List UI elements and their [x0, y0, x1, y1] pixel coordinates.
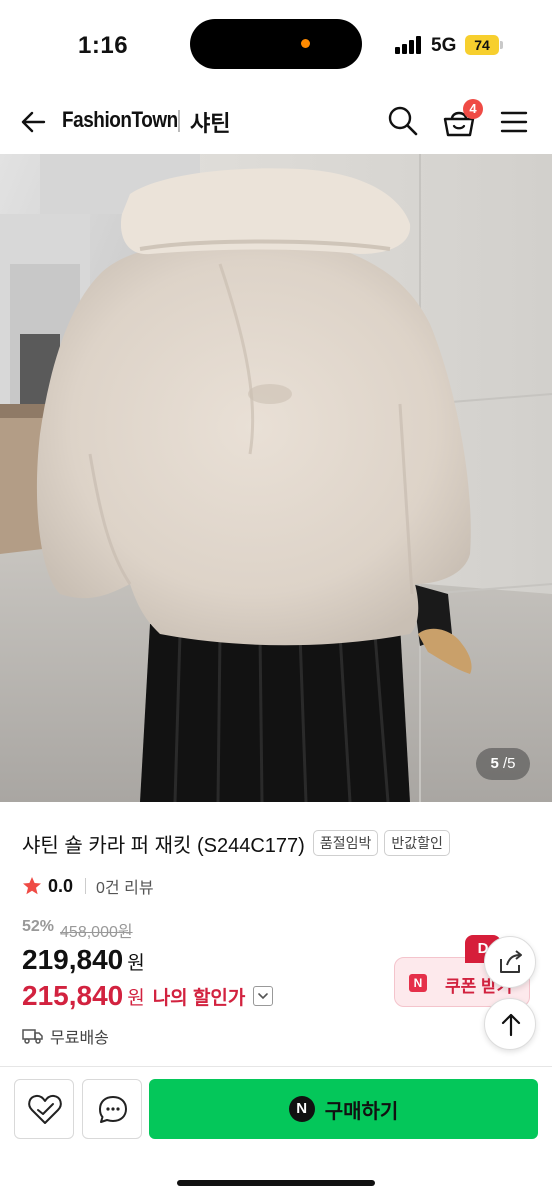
home-indicator[interactable]: [177, 1180, 375, 1186]
rating-divider: [85, 878, 87, 894]
scroll-to-top-button[interactable]: [484, 998, 536, 1050]
brand-divider: [178, 110, 180, 132]
discount-rate: 52%: [22, 918, 55, 935]
chat-bubble-icon: [99, 1096, 127, 1123]
discount-row: 52% 458,000원: [22, 918, 133, 942]
arrow-up-icon: [501, 1013, 521, 1037]
cart-count-badge: 4: [463, 99, 483, 119]
chevron-down-icon[interactable]: [253, 986, 274, 1006]
gallery-current-page: 5: [490, 755, 499, 772]
shipping-row: 무료배송: [22, 1024, 109, 1048]
product-photo-illustration: [0, 154, 552, 802]
my-discount-price-row[interactable]: 215,840 원 나의 할인가: [22, 980, 274, 1012]
price-row: 219,840 원: [22, 944, 145, 976]
wishlist-button[interactable]: [14, 1079, 74, 1139]
signal-icon: [395, 36, 423, 54]
back-arrow-icon: [21, 111, 46, 133]
chat-button[interactable]: [82, 1079, 142, 1139]
search-icon: [388, 106, 418, 136]
rating-row[interactable]: 0.0 0건 리뷰: [22, 874, 154, 898]
rating-value: 0.0: [48, 875, 74, 896]
my-discount-price: 215,840: [22, 980, 124, 1011]
app-header: FashionTown 샤틴 4: [0, 90, 552, 154]
buy-label: 구매하기: [324, 1100, 399, 1123]
brand-logo[interactable]: FashionTown: [62, 107, 178, 133]
battery-icon: 74: [465, 35, 499, 55]
star-icon: [23, 877, 41, 895]
naver-n-icon: N: [409, 974, 427, 992]
review-count[interactable]: 0건 리뷰: [96, 874, 154, 898]
product-image[interactable]: 5 /5: [0, 154, 552, 802]
status-time: 1:16: [78, 32, 129, 59]
heart-check-icon: [28, 1094, 62, 1124]
share-button[interactable]: [484, 936, 536, 988]
menu-button[interactable]: [498, 106, 530, 138]
network-label: 5G: [431, 35, 457, 56]
buy-button[interactable]: N 구매하기: [149, 1079, 538, 1139]
naver-pay-n-icon: N: [288, 1096, 315, 1122]
status-bar: 1:16 5G 74: [0, 0, 552, 90]
product-title-row: 샤틴 숄 카라 퍼 재킷 (S244C177) 품절임박 반값할인: [22, 828, 450, 858]
back-button[interactable]: [18, 106, 50, 138]
menu-icon: [500, 111, 528, 133]
product-title: 샤틴 숄 카라 퍼 재킷 (S244C177): [22, 834, 305, 857]
gallery-total-pages: 5: [507, 755, 516, 772]
original-price: 458,000원: [60, 924, 133, 941]
truck-icon: [22, 1029, 43, 1044]
store-name[interactable]: 샤틴: [190, 106, 230, 138]
share-icon: [500, 950, 522, 973]
my-price-currency: 원: [127, 987, 145, 1009]
search-button[interactable]: [386, 104, 420, 138]
tag-half-price: 반값할인: [384, 830, 450, 856]
battery-tip: [500, 41, 503, 49]
dynamic-island: [190, 19, 362, 69]
sale-price: 219,840: [22, 944, 124, 975]
my-discount-label: 나의 할인가: [152, 987, 246, 1009]
tag-almost-sold-out: 품절임박: [312, 830, 379, 856]
sale-price-currency: 원: [127, 953, 145, 974]
shipping-label: 무료배송: [50, 1030, 109, 1047]
gallery-page-indicator: 5 /5: [476, 748, 530, 780]
privacy-dot-icon: [301, 39, 310, 48]
